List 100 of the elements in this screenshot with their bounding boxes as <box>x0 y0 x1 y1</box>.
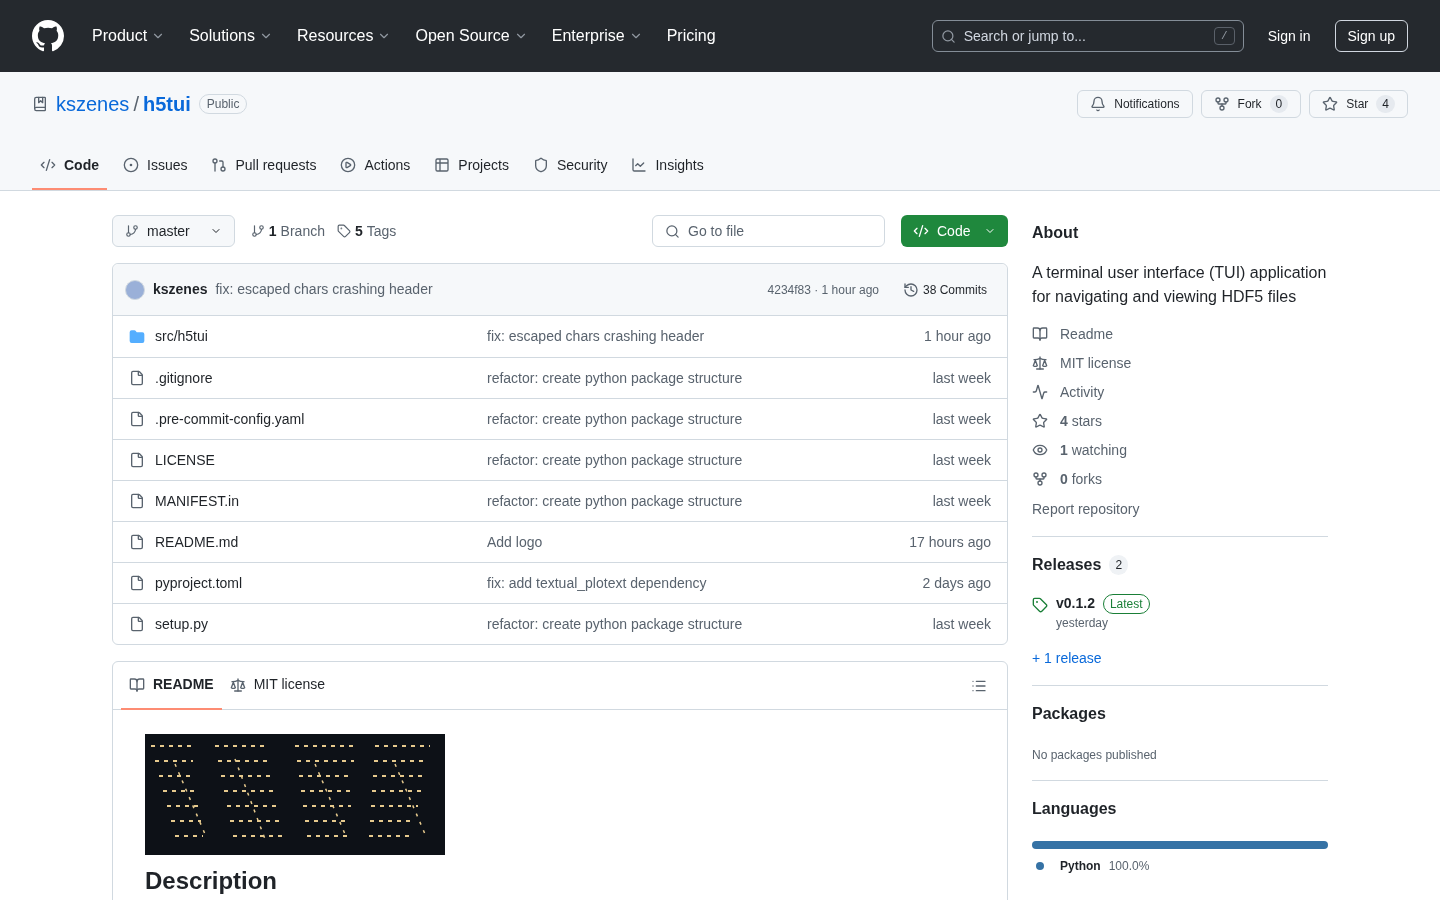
shield-icon <box>532 157 549 173</box>
about-link[interactable]: Readme <box>1032 325 1328 343</box>
branch-icon <box>250 224 265 238</box>
circle-dot-icon <box>123 157 139 173</box>
search-field[interactable]: Search or jump to... / <box>931 20 1244 52</box>
fork-button[interactable]: Fork 0 <box>1200 90 1302 118</box>
code-button[interactable]: Code <box>901 215 1008 247</box>
repo-tab[interactable]: Code <box>32 142 107 190</box>
commit-message-link[interactable]: refactor: create python package structure <box>487 408 933 430</box>
commit-message-link[interactable]: fix: escaped chars crashing header <box>487 326 925 347</box>
file-name-link[interactable]: setup.py <box>155 613 487 635</box>
nav-menu-item[interactable]: Open Source <box>411 24 532 48</box>
commit-message-link[interactable]: Add logo <box>487 531 910 553</box>
file-icon <box>129 534 145 550</box>
packages-note: No packages published <box>1032 747 1158 764</box>
file-name-link[interactable]: MANIFEST.in <box>155 490 487 512</box>
readme-heading: Description <box>145 867 279 895</box>
pull-request-icon <box>211 157 228 173</box>
commit-time: 17 hours ago <box>909 532 991 552</box>
about-link[interactable]: 1 watching <box>1032 441 1328 459</box>
readme-tab[interactable]: MIT license <box>221 661 333 710</box>
branches-link[interactable]: 1 Branch <box>250 220 325 242</box>
report-link[interactable]: Report repository <box>1032 499 1328 520</box>
commit-message-link[interactable]: refactor: create python package structure <box>487 490 933 512</box>
about-link[interactable]: Activity <box>1032 383 1328 401</box>
shortcut-key: / <box>1214 27 1235 45</box>
file-icon <box>129 370 145 386</box>
commit-message-link[interactable]: refactor: create python package structure <box>487 449 933 471</box>
fork-icon <box>1213 96 1230 112</box>
sign-up-button[interactable]: Sign up <box>1334 20 1408 52</box>
release-version[interactable]: v0.1.2 <box>1056 593 1095 614</box>
owner-link[interactable]: kszenes <box>56 89 130 119</box>
nav-menu-item[interactable]: Resources <box>292 24 396 48</box>
scale-icon <box>229 676 246 693</box>
notifications-button[interactable]: Notifications <box>1077 90 1193 118</box>
repo-tab[interactable]: Pull requests <box>203 142 325 190</box>
nav-menu-item[interactable]: Pricing <box>662 24 720 48</box>
github-logo-icon[interactable] <box>32 20 64 52</box>
repo-tab[interactable]: Projects <box>426 142 517 190</box>
file-icon <box>129 575 145 591</box>
commit-meta: 4234f83 · 1 hour ago <box>767 281 879 299</box>
file-icon <box>129 616 145 632</box>
play-icon <box>340 157 357 173</box>
path-separator: / <box>133 92 139 117</box>
commit-time: last week <box>932 450 991 470</box>
star-icon <box>1032 413 1048 429</box>
about-link[interactable]: MIT license <box>1032 354 1328 372</box>
bell-icon <box>1090 96 1107 112</box>
history-icon <box>903 281 919 298</box>
sign-in-link[interactable]: Sign in <box>1259 25 1319 47</box>
file-name-link[interactable]: .gitignore <box>155 367 487 389</box>
about-link[interactable]: 0 forks <box>1032 470 1328 488</box>
code-icon <box>913 223 929 239</box>
commit-message-link[interactable]: fix: add textual_plotext dependency <box>487 572 923 594</box>
nav-menu-item[interactable]: Solutions <box>185 24 277 48</box>
folder-icon <box>129 328 145 345</box>
repo-tab[interactable]: Insights <box>623 142 712 190</box>
about-link[interactable]: 4 stars <box>1032 412 1328 430</box>
pulse-icon <box>1032 384 1048 400</box>
branch-icon <box>125 224 139 238</box>
language-item[interactable]: Python 100.0% <box>1032 857 1150 875</box>
repo-name-link[interactable]: h5tui <box>142 89 191 119</box>
field-placeholder: Go to file <box>688 221 745 241</box>
commit-author[interactable]: kszenes <box>153 279 208 300</box>
repo-tab[interactable]: Issues <box>115 142 196 190</box>
packages-heading[interactable]: Packages <box>1032 702 1328 726</box>
commit-time: last week <box>932 409 991 429</box>
commit-message-link[interactable]: refactor: create python package structure <box>487 367 933 389</box>
repo-tab[interactable]: Actions <box>332 142 419 190</box>
commit-message[interactable]: fix: escaped chars crashing header <box>215 279 433 300</box>
counter: 0 <box>1269 95 1289 113</box>
book-icon <box>1032 326 1048 342</box>
file-name-link[interactable]: README.md <box>155 531 487 553</box>
nav-menu-item[interactable]: Enterprise <box>547 24 647 48</box>
star-button[interactable]: Star 4 <box>1309 90 1408 118</box>
file-icon <box>129 493 145 509</box>
file-name-link[interactable]: pyproject.toml <box>155 572 487 594</box>
branch-selector[interactable]: master <box>112 215 235 247</box>
commits-link[interactable]: 38 Commits <box>895 280 995 299</box>
about-heading: About <box>1032 223 1080 243</box>
release-date: yesterday <box>1056 615 1110 632</box>
releases-heading[interactable]: Releases <box>1032 553 1102 577</box>
commit-message-link[interactable]: refactor: create python package structure <box>487 613 933 635</box>
file-name-link[interactable]: LICENSE <box>155 449 487 471</box>
avatar <box>125 279 145 300</box>
tag-icon <box>336 224 351 238</box>
tag-icon <box>1032 597 1048 613</box>
graph-icon <box>631 157 648 173</box>
nav-menu-item[interactable]: Product <box>88 24 170 48</box>
scale-icon <box>1032 355 1048 371</box>
more-releases-link[interactable]: + 1 release <box>1032 648 1328 669</box>
go-to-file-field[interactable]: Go to file <box>652 215 885 247</box>
file-icon <box>129 411 145 427</box>
readme-tab[interactable]: README <box>121 661 222 710</box>
repo-tab[interactable]: Security <box>524 142 616 190</box>
file-name-link[interactable]: src/h5tui <box>155 326 487 347</box>
file-name-link[interactable]: .pre-commit-config.yaml <box>155 408 487 430</box>
tags-link[interactable]: 5 Tags <box>336 220 397 242</box>
table-icon <box>434 157 451 173</box>
search-icon <box>940 28 956 44</box>
